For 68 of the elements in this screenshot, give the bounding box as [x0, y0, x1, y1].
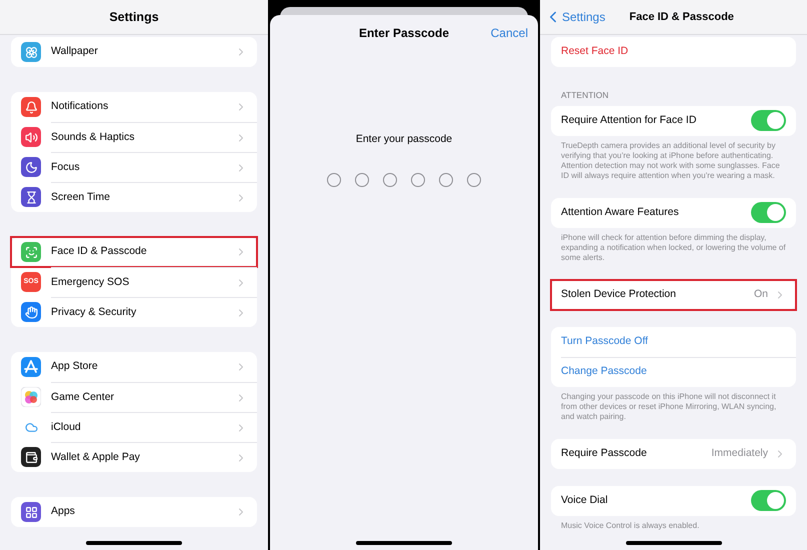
settings-row[interactable]: Face ID & Passcode [11, 237, 257, 267]
page-title: Settings [109, 8, 159, 26]
row-label: Voice Dial [561, 492, 609, 508]
passcode-prompt: Enter your passcode [356, 132, 452, 147]
grid-icon [21, 502, 41, 522]
hand-icon [21, 302, 41, 322]
bubbles-icon [21, 387, 41, 407]
settings-row[interactable]: Privacy & Security [11, 297, 257, 327]
back-button[interactable]: Settings [544, 8, 606, 26]
settings-row[interactable]: Attention Aware Features [551, 198, 796, 228]
settings-row[interactable]: Require Passcode Immediately [551, 438, 796, 469]
row-label: Game Center [51, 390, 116, 405]
toggle-switch[interactable] [751, 202, 786, 224]
row-label: Change Passcode [561, 364, 648, 380]
settings-row[interactable]: Apps [11, 497, 257, 527]
settings-row[interactable]: Wallet & Apple Pay [11, 442, 257, 472]
flower-icon [21, 42, 41, 62]
section-footer: Music Voice Control is always enabled. [551, 520, 796, 531]
row-label: Emergency SOS [51, 274, 130, 290]
section-footer: iPhone will check for attention before dimming the display, expanding a notification when locked, or lowering the volume of some alerts. [551, 232, 796, 263]
row-value: Immediately [711, 446, 768, 461]
settings-row[interactable]: App Store [11, 352, 257, 382]
row-label: Sounds & Haptics [51, 130, 136, 145]
settings-row[interactable]: Focus [11, 152, 257, 182]
settings-row[interactable]: Turn Passcode Off [551, 326, 796, 357]
row-label: Face ID & Passcode [51, 244, 148, 260]
row-label: Require Passcode [561, 446, 648, 461]
row-label: Wallpaper [51, 44, 99, 60]
settings-row[interactable]: Screen Time [11, 182, 257, 212]
row-label: Screen Time [51, 190, 111, 205]
settings-row[interactable]: Require Attention for Face ID [551, 106, 796, 136]
section-header: ATTENTION [560, 89, 610, 102]
page-title: Face ID & Passcode [629, 10, 734, 25]
cancel-button[interactable]: Cancel [490, 24, 528, 42]
app-store-icon [21, 357, 41, 377]
face-scan-icon [21, 242, 41, 262]
moon-icon [21, 157, 41, 177]
sheet-title: Enter Passcode [358, 25, 450, 42]
settings-row[interactable]: Notifications [11, 92, 257, 122]
row-label: Turn Passcode Off [561, 334, 649, 349]
settings-row[interactable]: Game Center [11, 382, 257, 412]
row-label: Attention Aware Features [561, 204, 680, 220]
hourglass-icon [21, 187, 41, 207]
settings-row[interactable]: Voice Dial [551, 486, 796, 516]
row-label: Privacy & Security [51, 304, 138, 320]
row-label: Stolen Device Protection [561, 286, 677, 302]
row-label: iCloud [51, 420, 82, 435]
settings-row[interactable]: Stolen Device Protection On [551, 280, 796, 310]
row-label: Reset Face ID [561, 44, 630, 60]
row-value: On [754, 286, 768, 302]
wallet-icon [21, 447, 41, 467]
bell-icon [21, 97, 41, 117]
row-label: Wallet & Apple Pay [51, 450, 141, 465]
row-label: Focus [51, 160, 81, 175]
toggle-switch[interactable] [751, 110, 786, 132]
speaker-icon [21, 127, 41, 147]
settings-row[interactable]: iCloud [11, 412, 257, 442]
settings-row[interactable]: Sounds & Haptics [11, 122, 257, 152]
section-footer: Changing your passcode on this iPhone will not disconnect it from other devices or reset iPhone Mirroring, WLAN syncing, and watch pairing. [551, 392, 796, 422]
section-footer: TrueDepth camera provides an additional level of security by verifying that you’re looking at iPhone before authenticating. Attention detection may not work with some sunglasses. Face ID will always require attention when you’re wearing a mask. [551, 140, 796, 181]
toggle-switch[interactable] [751, 490, 786, 512]
row-label: Apps [51, 504, 76, 520]
row-label: Notifications [51, 99, 110, 114]
row-label: App Store [51, 359, 99, 374]
row-label: Require Attention for Face ID [561, 112, 698, 128]
settings-row[interactable]: Reset Face ID [551, 37, 796, 67]
settings-row[interactable]: Wallpaper [11, 37, 257, 67]
settings-row[interactable]: Change Passcode [551, 356, 796, 387]
